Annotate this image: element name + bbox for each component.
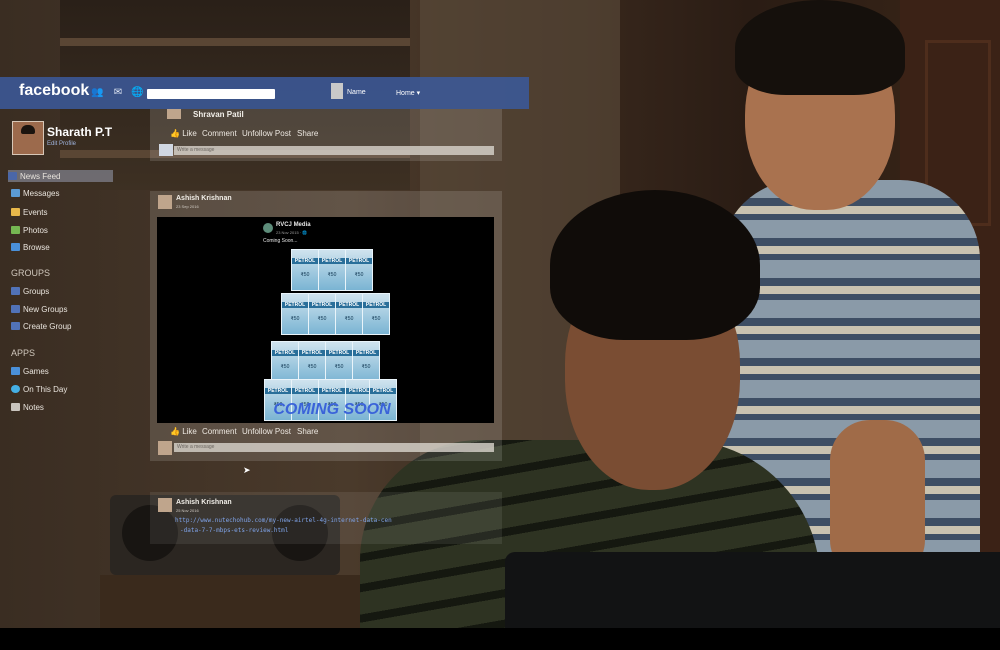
sidebar-item-photos[interactable]: Photos — [11, 224, 48, 236]
facebook-topbar: facebook 👥 ✉ 🌐 Name Home ▾ — [0, 77, 529, 109]
avatar — [158, 441, 172, 455]
shared-post-image[interactable]: RVCJ Media 23 Nov 2015 · 🌐 Coming Soon..… — [157, 217, 494, 423]
petrol-sachet: PETROL ₹50 — [298, 341, 326, 383]
petrol-sachets-picture: PETROL ₹50 PETROL ₹50 PETROL ₹50 PETROL ₹50 … — [261, 249, 397, 421]
avatar[interactable] — [158, 195, 172, 209]
comment-button[interactable]: Comment — [202, 427, 237, 436]
edit-profile-link[interactable]: Edit Profile — [47, 141, 76, 147]
profile-picture[interactable] — [12, 121, 44, 155]
man-hair — [550, 190, 760, 340]
sidebar-item-new-groups[interactable]: New Groups — [11, 303, 67, 315]
left-sidebar: Sharath P.T Edit Profile News Feed Messa… — [0, 110, 145, 450]
post-author[interactable]: Ashish Krishnan — [176, 499, 232, 506]
comment-input[interactable]: Write a message — [174, 443, 494, 452]
petrol-sachet: PETROL ₹50 — [352, 341, 380, 383]
like-button[interactable]: 👍 Like — [170, 427, 197, 436]
avatar — [159, 144, 173, 156]
post-card: Ashish Krishnan 25 Nov 2016 http://www.n… — [150, 492, 502, 544]
shared-date: 23 Nov 2015 · 🌐 — [276, 230, 308, 235]
page-avatar — [263, 223, 273, 233]
apps-heading: APPS — [11, 348, 36, 358]
sidebar-item-notes[interactable]: Notes — [11, 401, 44, 413]
computer-monitor — [505, 552, 1000, 628]
share-button[interactable]: Share — [297, 427, 318, 436]
new-groups-icon — [11, 305, 20, 313]
petrol-sachet: PETROL ₹50 — [271, 341, 299, 383]
desk — [100, 575, 380, 628]
avatar[interactable] — [331, 83, 343, 99]
post-card: Shravan Patil 👍 Like Comment Unfollow Po… — [150, 109, 502, 161]
news-feed: Shravan Patil 👍 Like Comment Unfollow Po… — [150, 109, 502, 579]
sidebar-item-events[interactable]: Events — [11, 206, 47, 218]
petrol-sachet: PETROL ₹50 — [291, 249, 319, 291]
on-this-day-icon — [11, 385, 20, 393]
shelf-board — [60, 38, 410, 46]
shared-page-name[interactable]: RVCJ Media — [276, 222, 311, 228]
sidebar-item-browse[interactable]: Browse — [11, 241, 50, 253]
like-button[interactable]: 👍 Like — [170, 129, 197, 138]
shared-link[interactable]: http://www.nutechohub.com/my-new-airtel-… — [175, 517, 392, 524]
boy-hair — [735, 0, 905, 95]
create-group-icon — [11, 322, 20, 330]
sidebar-item-news-feed[interactable]: News Feed — [8, 170, 113, 182]
sidebar-item-games[interactable]: Games — [11, 365, 49, 377]
petrol-sachet: PETROL ₹50 — [281, 293, 309, 335]
unfollow-post-button[interactable]: Unfollow Post — [242, 427, 291, 436]
sidebar-item-groups[interactable]: Groups — [11, 285, 49, 297]
notifications-globe-icon[interactable]: 🌐 — [131, 87, 143, 99]
friend-requests-icon[interactable]: 👥 — [91, 87, 103, 99]
profile-name[interactable]: Sharath P.T — [47, 125, 112, 139]
sidebar-item-messages[interactable]: Messages — [11, 187, 59, 199]
petrol-sachet: PETROL ₹50 — [362, 293, 390, 335]
avatar[interactable] — [158, 498, 172, 512]
shared-link[interactable]: -data-7-7-mbps-ets-review.html — [180, 527, 288, 534]
sidebar-item-on-this-day[interactable]: On This Day — [11, 383, 67, 395]
comment-input[interactable]: Write a message — [174, 146, 494, 155]
photos-icon — [11, 226, 20, 234]
news-feed-icon — [8, 172, 17, 180]
notes-icon — [11, 403, 20, 411]
petrol-sachet: PETROL ₹50 — [318, 249, 346, 291]
petrol-sachet: PETROL ₹50 — [308, 293, 336, 335]
petrol-sachet: PETROL ₹50 — [335, 293, 363, 335]
post-date: 25 Nov 2016 — [176, 508, 199, 513]
mouse-cursor-icon: ➤ — [243, 465, 251, 475]
letterbox-bar — [0, 628, 1000, 650]
unfollow-post-button[interactable]: Unfollow Post — [242, 129, 291, 138]
sidebar-item-create-group[interactable]: Create Group — [11, 320, 71, 332]
groups-icon — [11, 287, 20, 295]
comment-button[interactable]: Comment — [202, 129, 237, 138]
games-icon — [11, 367, 20, 375]
user-name-link[interactable]: Name — [347, 89, 366, 96]
shared-caption: Coming Soon... — [263, 238, 298, 244]
coming-soon-text: COMING SOON — [273, 401, 391, 418]
avatar[interactable] — [167, 109, 181, 119]
events-icon — [11, 208, 20, 216]
post-date: 23 Sep 2016 — [176, 204, 199, 209]
facebook-logo[interactable]: facebook — [19, 82, 89, 100]
home-link[interactable]: Home ▾ — [396, 89, 420, 97]
share-button[interactable]: Share — [297, 129, 318, 138]
petrol-sachet: PETROL ₹50 — [345, 249, 373, 291]
post-author[interactable]: Ashish Krishnan — [176, 195, 232, 202]
search-input[interactable] — [147, 89, 275, 99]
post-card: Ashish Krishnan 23 Sep 2016 RVCJ Media 2… — [150, 191, 502, 461]
messages-icon[interactable]: ✉ — [112, 87, 124, 99]
browse-icon — [11, 243, 20, 251]
post-author[interactable]: Shravan Patil — [193, 110, 244, 119]
groups-heading: GROUPS — [11, 268, 51, 278]
petrol-sachet: PETROL ₹50 — [325, 341, 353, 383]
messages-icon — [11, 189, 20, 197]
